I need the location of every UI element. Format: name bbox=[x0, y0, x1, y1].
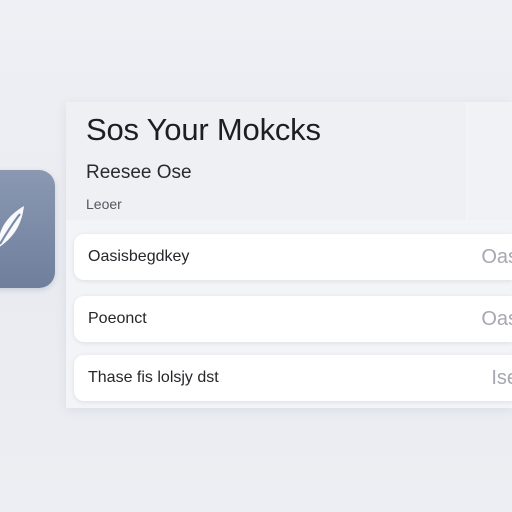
list-item-value: Oas bbox=[481, 246, 512, 268]
app-icon[interactable] bbox=[0, 170, 55, 288]
list-item-value: Ise bbox=[491, 367, 512, 389]
page-subtitle: Reesee Ose bbox=[86, 162, 192, 183]
list-item-label: Oasisbegdkey bbox=[88, 248, 190, 265]
list-item[interactable]: Thase fis lolsjy dst Ise bbox=[74, 355, 512, 401]
page-caption: Leoer bbox=[86, 196, 122, 212]
list-item-label: Thase fis lolsjy dst bbox=[88, 369, 219, 386]
list-item[interactable]: Poeonct Oas bbox=[74, 296, 512, 342]
list-item-value: Oas bbox=[481, 308, 512, 330]
list-item-label: Poeonct bbox=[88, 310, 147, 327]
header-side-panel bbox=[468, 102, 512, 220]
list-item[interactable]: Oasisbegdkey Oas bbox=[74, 234, 512, 280]
leaf-icon bbox=[0, 206, 24, 247]
page-title: Sos Your Mokcks bbox=[86, 112, 321, 147]
